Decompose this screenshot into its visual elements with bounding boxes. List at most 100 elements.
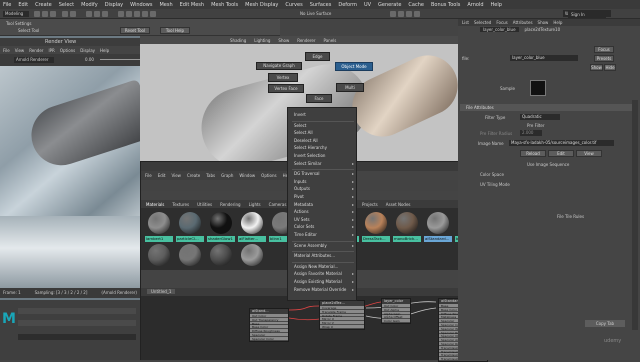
snap-point-icon[interactable] — [134, 11, 140, 17]
undo-icon[interactable] — [62, 11, 68, 17]
ae-menu-show[interactable]: Show — [538, 20, 549, 25]
menu-mesh-tools[interactable]: Mesh Tools — [211, 2, 238, 8]
material-label[interactable]: aiStandard... — [424, 236, 452, 242]
menu-deform[interactable]: Deform — [338, 2, 357, 8]
context-item-select-similar[interactable]: Select Similar — [294, 161, 321, 166]
render-menu-display[interactable]: Display — [80, 48, 95, 53]
render-menu-render[interactable]: Render — [29, 48, 43, 53]
shader-node[interactable]: layer_color Out Color Out Alpha Alpha Gain A… — [381, 298, 411, 324]
menu-create[interactable]: Create — [35, 2, 52, 8]
material-label[interactable]: shaderGlow1 — [207, 236, 235, 242]
menu-generate[interactable]: Generate — [378, 2, 401, 8]
context-item-select-all[interactable]: Select All — [294, 130, 313, 135]
tool-help-button[interactable]: Tool Help — [160, 27, 190, 34]
render-menu-ipr[interactable]: IPR — [48, 48, 54, 53]
material-label[interactable]: particleCl... — [176, 236, 204, 242]
context-item-dg-traversal[interactable]: DG Traversal — [294, 171, 320, 176]
menu-file[interactable]: File — [3, 2, 11, 8]
tab-materials[interactable]: Materials — [146, 202, 164, 207]
tab-utilities[interactable]: Utilities — [197, 202, 212, 207]
viewport-menu-show[interactable]: Show — [278, 38, 289, 43]
hypershade-menu-view[interactable]: View — [171, 173, 181, 178]
view-button[interactable]: View — [576, 150, 602, 157]
ae-menu-selected[interactable]: Selected — [474, 20, 491, 25]
render-menu-view[interactable]: View — [15, 48, 25, 53]
shader-node[interactable]: place2dTex... Coverage Translate Frame Rota… — [319, 300, 365, 330]
ae-menu-attributes[interactable]: Attributes — [513, 20, 533, 25]
menu-arnold[interactable]: Arnold — [467, 2, 483, 8]
material-swatch[interactable] — [179, 212, 201, 234]
context-item-time-editor[interactable]: Time Editor — [294, 232, 317, 237]
filter-type-select[interactable]: Quadratic — [520, 114, 560, 120]
material-swatch[interactable] — [210, 212, 232, 234]
context-item-remove-material-override[interactable]: Remove Material Override — [294, 287, 346, 292]
renderer-selector[interactable]: Arnold Renderer — [14, 57, 54, 63]
viewport-menu-panels[interactable]: Panels — [323, 38, 336, 43]
tab-lights[interactable]: Lights — [249, 202, 261, 207]
exposure-slider[interactable] — [100, 59, 140, 60]
tab-untitled[interactable]: Untitled_1 — [147, 289, 176, 294]
focus-button[interactable]: Focus — [594, 46, 614, 53]
command-line[interactable] — [18, 334, 136, 340]
viewport-menu-renderer[interactable]: Renderer — [297, 38, 315, 43]
material-label[interactable]: lambert1 — [145, 236, 173, 242]
material-swatch[interactable] — [179, 244, 201, 266]
node-attribute[interactable]: Wrap U — [320, 324, 364, 329]
menu-help[interactable]: Help — [491, 2, 502, 8]
context-item-assign-favorite-material[interactable]: Assign Favorite Material — [294, 271, 342, 276]
material-swatch[interactable] — [148, 244, 170, 266]
context-item-metadata[interactable]: Metadata — [294, 202, 313, 207]
menu-modify[interactable]: Modify — [81, 2, 98, 8]
material-label[interactable]: DressTack... — [362, 236, 390, 242]
context-item-assign-new-material[interactable]: Assign New Material... — [294, 264, 338, 269]
material-swatch[interactable] — [396, 212, 418, 234]
tab-projects[interactable]: Projects — [362, 202, 378, 207]
node-attribute[interactable]: Specular Color — [250, 336, 288, 341]
attribute-editor-scrollbar[interactable] — [632, 100, 638, 330]
use-image-sequence-checkbox[interactable]: Use Image Sequence — [527, 162, 569, 167]
select-object-icon[interactable] — [94, 11, 100, 17]
new-scene-icon[interactable] — [34, 11, 40, 17]
context-item-material-attributes[interactable]: Material Attributes... — [294, 253, 335, 258]
shader-node[interactable]: aiStand... Out Color Out Transparency Base B… — [249, 308, 289, 342]
menu-bonus-tools[interactable]: Bonus Tools — [431, 2, 460, 8]
time-slider[interactable] — [18, 308, 136, 314]
redo-icon[interactable] — [70, 11, 76, 17]
select-hierarchy-icon[interactable] — [86, 11, 92, 17]
context-item-select[interactable]: Select — [294, 123, 306, 128]
menu-cache[interactable]: Cache — [408, 2, 424, 8]
menu-windows[interactable]: Windows — [130, 2, 152, 8]
context-item-actions[interactable]: Actions — [294, 209, 309, 214]
context-item-deselect-all[interactable]: Deselect All — [294, 138, 318, 143]
material-swatch[interactable] — [241, 212, 263, 234]
context-item-scene-assembly[interactable]: Scene Assembly — [294, 243, 327, 248]
reload-button[interactable]: Reload — [520, 150, 546, 157]
material-label[interactable]: monoBrick... — [393, 236, 421, 242]
ae-node-tab[interactable]: layer_color_blue — [480, 27, 519, 32]
hypershade-menu-options[interactable]: Options — [261, 173, 276, 178]
context-item-invert-selection[interactable]: Invert Selection — [294, 153, 325, 158]
open-scene-icon[interactable] — [42, 11, 48, 17]
multi-mode-item[interactable]: Multi — [336, 83, 364, 92]
snap-grid-icon[interactable] — [118, 11, 124, 17]
ae-node-tab[interactable]: place2dTexture10 — [525, 27, 561, 32]
file-attributes-section[interactable]: File Attributes — [460, 104, 638, 111]
ae-menu-help[interactable]: Help — [553, 20, 562, 25]
material-swatch[interactable] — [241, 244, 263, 266]
menu-surfaces[interactable]: Surfaces — [310, 2, 332, 8]
context-item-inputs[interactable]: Inputs — [294, 179, 306, 184]
pre-filter-checkbox[interactable]: Pre Filter — [527, 123, 545, 128]
context-item-assign-existing-material[interactable]: Assign Existing Material — [294, 279, 342, 284]
context-item-invert[interactable]: Invert — [294, 112, 306, 117]
material-label[interactable]: aiFlatter... — [238, 236, 266, 242]
ae-menu-list[interactable]: List — [462, 20, 469, 25]
context-item-uv-sets[interactable]: UV Sets — [294, 217, 310, 222]
hypershade-menu-graph[interactable]: Graph — [221, 173, 233, 178]
mode-selector[interactable]: Modeling — [3, 11, 29, 17]
tab-textures[interactable]: Textures — [172, 202, 189, 207]
hide-button[interactable]: Hide — [604, 64, 616, 71]
node-attribute[interactable]: Color Gain — [382, 319, 410, 323]
context-item-color-sets[interactable]: Color Sets — [294, 224, 314, 229]
save-scene-icon[interactable] — [50, 11, 56, 17]
hypershade-icon[interactable] — [414, 11, 420, 17]
